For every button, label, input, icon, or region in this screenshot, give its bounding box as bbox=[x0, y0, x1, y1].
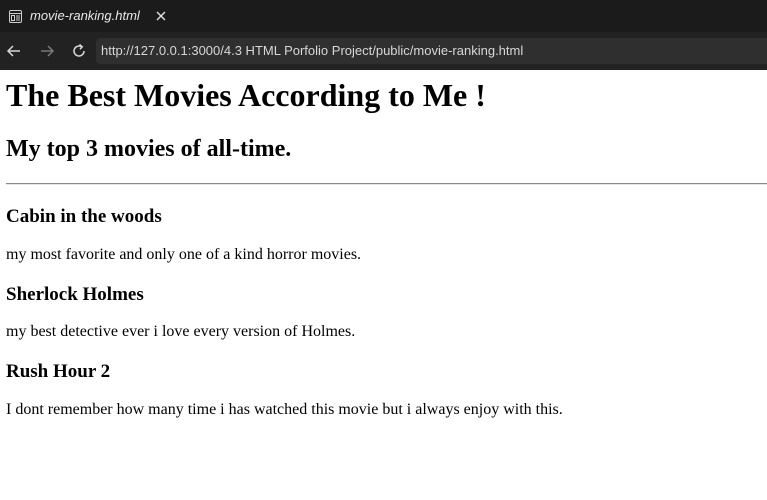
address-bar[interactable]: http://127.0.0.1:3000/4.3 HTML Porfolio … bbox=[96, 38, 767, 64]
movie-description: my most favorite and only one of a kind … bbox=[6, 246, 362, 263]
divider bbox=[6, 183, 767, 185]
reload-icon[interactable] bbox=[70, 42, 88, 60]
url-text: http://127.0.0.1:3000/4.3 HTML Porfolio … bbox=[101, 43, 524, 58]
page-subtitle: My top 3 movies of all-time. bbox=[6, 136, 292, 162]
page-content: The Best Movies According to Me ! My top… bbox=[0, 70, 767, 500]
browser-tab-bar: movie-ranking.html bbox=[0, 0, 767, 32]
browser-nav-bar: http://127.0.0.1:3000/4.3 HTML Porfolio … bbox=[0, 32, 767, 70]
movie-description: I dont remember how many time i has watc… bbox=[6, 401, 563, 418]
arrow-right-icon[interactable] bbox=[38, 42, 56, 60]
movie-title: Cabin in the woods bbox=[6, 206, 162, 227]
arrow-left-icon[interactable] bbox=[5, 42, 23, 60]
tab-movie-ranking[interactable]: movie-ranking.html bbox=[0, 0, 176, 32]
tab-title: movie-ranking.html bbox=[30, 8, 140, 23]
reader-page-icon bbox=[9, 10, 22, 23]
movie-title: Sherlock Holmes bbox=[6, 284, 144, 305]
close-icon[interactable] bbox=[155, 10, 167, 22]
page-title: The Best Movies According to Me ! bbox=[6, 77, 486, 113]
movie-title: Rush Hour 2 bbox=[6, 361, 111, 382]
movie-description: my best detective ever i love every vers… bbox=[6, 323, 356, 340]
